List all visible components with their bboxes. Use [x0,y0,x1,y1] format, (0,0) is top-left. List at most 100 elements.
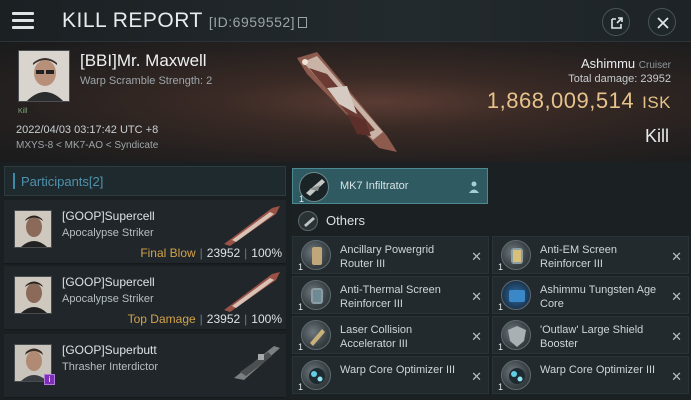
victim-name[interactable]: [BBI]Mr. Maxwell [80,51,207,71]
copy-icon[interactable] [298,17,308,28]
total-damage: Total damage: 23952 [568,73,671,85]
item-label: 'Outlaw' Large Shield Booster [540,324,644,350]
close-icon[interactable]: ✕ [471,289,482,305]
participant-ship: Apocalypse Striker [62,293,154,305]
result-label: Kill [644,126,669,146]
victim-ship-image [297,52,397,152]
participants-header[interactable]: Participants[2] [4,166,286,196]
participant-stats: Final Blow | 23952 | 100% [62,246,282,260]
participant-row[interactable]: i [GOOP]Superbutt Thrasher Interdictor [4,334,286,398]
item-quantity: 1 [498,262,504,272]
participant-row[interactable]: [GOOP]Supercell Apocalypse Striker Final… [4,200,286,264]
kill-location[interactable]: MXYS-8 < MK7-AO < Syndicate [16,140,158,151]
separator: | [244,246,248,260]
close-icon[interactable]: ✕ [671,369,682,385]
close-icon[interactable]: ✕ [671,249,682,265]
close-icon[interactable]: ✕ [671,329,682,345]
total-damage-label: Total damage: [568,73,638,85]
screen-reinforcer-icon [501,240,531,270]
close-icon[interactable]: ✕ [471,329,482,345]
warp-core-optimizer-icon [501,360,531,390]
participant-row[interactable]: [GOOP]Supercell Apocalypse Striker Top D… [4,266,286,330]
item-quantity: 1 [298,262,304,272]
participant-name: [GOOP]Superbutt [62,343,157,357]
participants-title-text: Participants [21,174,89,189]
item-label: Ancillary Powergrid Router III [340,244,435,270]
participant-ship: Thrasher Interdictor [62,361,158,373]
powergrid-router-icon [301,240,331,270]
participant-name: [GOOP]Supercell [62,275,155,289]
item-row[interactable]: 1 Anti-Thermal Screen Reinforcer III ✕ [292,276,489,314]
others-icon [298,211,318,231]
item-row[interactable]: 1 Laser Collision Accelerator III ✕ [292,316,489,354]
ship-name: Ashimmu [580,56,636,71]
person-icon [469,181,479,193]
item-label: MK7 Infiltrator [340,180,409,192]
item-row[interactable]: 1 Anti-EM Screen Reinforcer III ✕ [492,236,689,274]
shield-booster-icon [501,320,531,350]
victim-ship[interactable]: Ashimmu Cruiser [581,56,671,71]
isk-value: 1,868,009,514 ISK [487,88,671,114]
participants-panel: Participants[2] [GOOP]Supercell Apocalyp… [0,162,290,400]
item-row[interactable]: 1 'Outlaw' Large Shield Booster ✕ [492,316,689,354]
participant-name: [GOOP]Supercell [62,209,155,223]
separator: | [199,246,203,260]
participant-ship-image [224,206,280,246]
screen-reinforcer-icon [301,280,331,310]
victim-portrait[interactable] [18,50,70,102]
participant-ship-image [234,346,280,380]
title-text: KILL REPORT [62,9,203,32]
menu-icon[interactable] [9,9,37,31]
close-button[interactable] [648,8,676,36]
item-label: Anti-EM Screen Reinforcer III [540,244,618,270]
warp-core-optimizer-icon [301,360,331,390]
participant-tag: Final Blow [140,246,196,260]
isk-unit: ISK [642,93,671,112]
others-label: Others [326,213,366,228]
corp-badge-icon: i [44,374,55,385]
header-bar: KILL REPORT [ID:6959552] [0,0,691,42]
item-label: Anti-Thermal Screen Reinforcer III [340,284,441,310]
close-icon[interactable]: ✕ [471,369,482,385]
item-quantity: 1 [498,342,504,352]
item-row[interactable]: 1 Ancillary Powergrid Router III ✕ [292,236,489,274]
selected-item-infiltrator[interactable]: 1 MK7 Infiltrator [292,168,488,204]
others-section-header: Others [292,208,689,234]
participant-damage: 23952 [206,246,241,260]
kill-datetime: 2022/04/03 03:17:42 UTC +8 [16,124,159,136]
item-label: Warp Core Optimizer III [540,364,656,376]
item-row[interactable]: 1 Warp Core Optimizer III ✕ [292,356,489,394]
avatar [14,210,52,248]
close-icon [657,17,669,29]
participants-title: Participants[2] [21,174,103,189]
warp-scramble-strength: Warp Scramble Strength: 2 [80,75,213,87]
kill-badge: Kill [18,108,28,115]
item-label: Ashimmu Tungsten Age Core [540,284,657,310]
items-panel: 1 MK7 Infiltrator Others 1 Ancillary Pow… [290,162,691,400]
participant-tag: Top Damage [127,312,196,326]
victim-panel: [BBI]Mr. Maxwell Warp Scramble Strength:… [0,42,691,162]
avatar [14,276,52,314]
item-label: Warp Core Optimizer III [340,364,456,376]
participant-percent: 100% [251,312,282,326]
report-id: [ID:6959552] [208,14,296,30]
close-icon[interactable]: ✕ [471,249,482,265]
ship-class: Cruiser [638,60,671,71]
total-damage-value: 23952 [640,73,671,85]
item-label: Laser Collision Accelerator III [340,324,413,350]
page-title: KILL REPORT [ID:6959552] [62,9,308,33]
item-row[interactable]: 1 Warp Core Optimizer III ✕ [492,356,689,394]
item-quantity: 1 [298,302,304,312]
separator: | [199,312,203,326]
close-icon[interactable]: ✕ [671,289,682,305]
item-quantity: 1 [498,382,504,392]
item-quantity: 1 [299,194,305,204]
participant-stats: Top Damage | 23952 | 100% [62,312,282,326]
separator: | [244,312,248,326]
participant-damage: 23952 [206,312,241,326]
item-row[interactable]: 1 Ashimmu Tungsten Age Core ✕ [492,276,689,314]
age-core-icon [501,280,531,310]
share-button[interactable] [602,8,630,36]
isk-amount: 1,868,009,514 [486,88,635,113]
item-quantity: 1 [298,382,304,392]
